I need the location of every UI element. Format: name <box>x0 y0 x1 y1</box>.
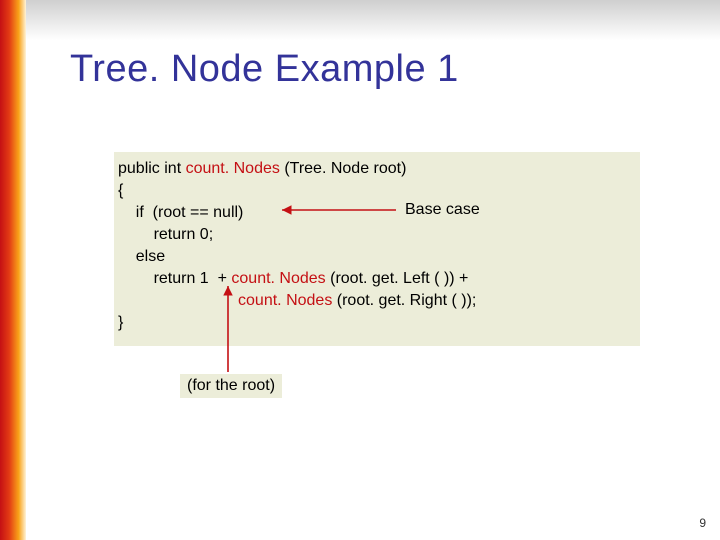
code-line-3: if (root == null) <box>118 204 243 221</box>
code-line-6: return 1 + count. Nodes (root. get. Left… <box>118 270 468 287</box>
page-number: 9 <box>699 516 706 530</box>
annotation-base-case: Base case <box>398 198 487 222</box>
code-line-1: public int count. Nodes (Tree. Node root… <box>118 160 406 177</box>
code-line-8: } <box>118 314 123 331</box>
recursive-call-right: count. Nodes <box>238 292 332 309</box>
code-line-5: else <box>118 248 165 265</box>
gradient-sidebar <box>0 0 26 540</box>
method-name: count. Nodes <box>186 160 280 177</box>
slide-title: Tree. Node Example 1 <box>70 48 459 91</box>
code-block: public int count. Nodes (Tree. Node root… <box>118 158 476 334</box>
code-line-2: { <box>118 182 123 199</box>
recursive-call-left: count. Nodes <box>231 270 325 287</box>
code-line-4: return 0; <box>118 226 213 243</box>
top-shadow <box>26 0 720 40</box>
code-line-7: count. Nodes (root. get. Right ( )); <box>118 292 476 309</box>
annotation-for-root: (for the root) <box>180 374 282 398</box>
